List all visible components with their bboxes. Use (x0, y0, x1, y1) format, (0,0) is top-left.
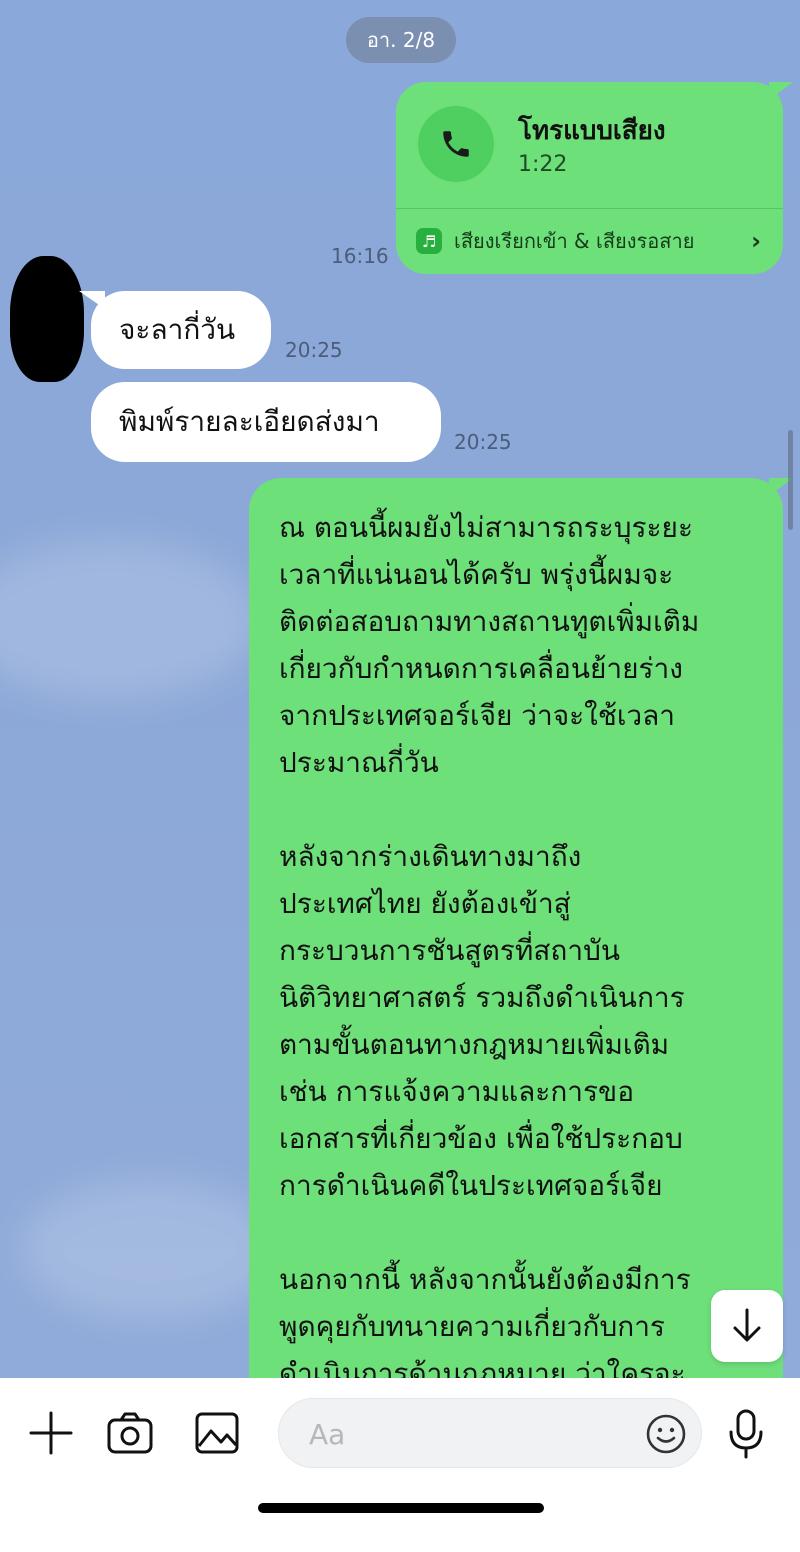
voice-call-bubble[interactable]: โทรแบบเสียง 1:22 ♬ เสียงเรียกเข้า & เสีย… (396, 82, 793, 274)
message-time: 20:25 (454, 430, 512, 454)
message-line: เกี่ยวกับกำหนดการเคลื่อนย้ายร่าง (279, 652, 683, 685)
message-text: จะลากี่วัน (119, 313, 236, 346)
scrollbar[interactable] (788, 430, 793, 530)
chevron-right-icon: › (751, 227, 761, 255)
arrow-down-icon (733, 1308, 761, 1342)
message-line (279, 1209, 755, 1256)
message-line: หลังจากร่างเดินทางมาถึง (279, 840, 582, 873)
background-cloud (0, 540, 260, 700)
incoming-message[interactable]: จะลากี่วัน (79, 291, 271, 369)
message-line: ประมาณกี่วัน (279, 746, 439, 779)
message-text: พิมพ์รายละเอียดส่งมา (119, 405, 380, 438)
music-note-icon: ♬ (416, 228, 442, 254)
composer-bar (0, 1378, 800, 1552)
message-line: เอกสารที่เกี่ยวข้อง เพื่อใช้ประกอบ (279, 1122, 683, 1155)
message-line: พูดคุยกับทนายความเกี่ยวกับการ (279, 1310, 665, 1343)
camera-button[interactable] (104, 1408, 156, 1458)
home-indicator (258, 1503, 544, 1513)
plus-icon (29, 1411, 73, 1455)
message-line: การดำเนินคดีในประเทศจอร์เจีย (279, 1169, 663, 1202)
microphone-button[interactable] (724, 1406, 768, 1462)
incoming-message[interactable]: พิมพ์รายละเอียดส่งมา (91, 382, 441, 462)
divider (396, 208, 783, 209)
microphone-icon (729, 1409, 763, 1459)
emoji-icon (646, 1414, 686, 1454)
message-line: เวลาที่แน่นอนได้ครับ พรุ่งนี้ผมจะ (279, 558, 674, 591)
emoji-button[interactable] (643, 1411, 689, 1457)
message-line: นิติวิทยาศาสตร์ รวมถึงดำเนินการ (279, 981, 685, 1014)
message-line: นอกจากนี้ หลังจากนั้นยังต้องมีการ (279, 1263, 691, 1296)
message-text: ณ ตอนนี้ผมยังไม่สามารถระบุระยะเวลาที่แน่… (279, 504, 755, 1378)
ringtone-link-label: เสียงเรียกเข้า & เสียงรอสาย (454, 229, 695, 253)
avatar[interactable] (10, 256, 84, 382)
message-line: ตามขั้นตอนทางกฎหมายเพิ่มเติม (279, 1028, 670, 1061)
message-time: 16:16 (331, 244, 389, 268)
add-button[interactable] (26, 1408, 76, 1458)
call-title: โทรแบบเสียง (518, 116, 666, 146)
message-line: จากประเทศจอร์เจีย ว่าจะใช้เวลา (279, 699, 676, 732)
phone-icon (418, 106, 494, 182)
message-time: 20:25 (285, 338, 343, 362)
message-line: ติดต่อสอบถามทางสถานทูตเพิ่มเติม (279, 605, 700, 638)
outgoing-message[interactable]: ณ ตอนนี้ผมยังไม่สามารถระบุระยะเวลาที่แน่… (249, 478, 793, 1378)
message-line: กระบวนการชันสูตรที่สถาบัน (279, 934, 620, 967)
scroll-to-bottom-button[interactable] (711, 1290, 783, 1362)
call-duration: 1:22 (518, 152, 568, 177)
message-line: ประเทศไทย ยังต้องเข้าสู่ (279, 887, 571, 920)
gallery-button[interactable] (192, 1408, 242, 1458)
ringtone-link[interactable]: ♬ เสียงเรียกเข้า & เสียงรอสาย › (416, 222, 761, 260)
date-separator: อา. 2/8 (346, 17, 456, 63)
background-cloud (20, 1180, 280, 1320)
message-line: เช่น การแจ้งความและการขอ (279, 1075, 635, 1108)
camera-icon (107, 1412, 153, 1454)
message-input[interactable] (309, 1413, 629, 1455)
message-line (279, 786, 755, 833)
image-icon (195, 1412, 239, 1454)
message-line: ณ ตอนนี้ผมยังไม่สามารถระบุระยะ (279, 511, 693, 544)
message-line: ดำเนินการด้านกฎหมาย ว่าใครจะ (279, 1357, 686, 1378)
message-input-container[interactable] (278, 1398, 702, 1468)
chat-area[interactable]: อา. 2/8 โทรแบบเสียง 1:22 ♬ เสียงเรียกเข้… (0, 0, 800, 1378)
